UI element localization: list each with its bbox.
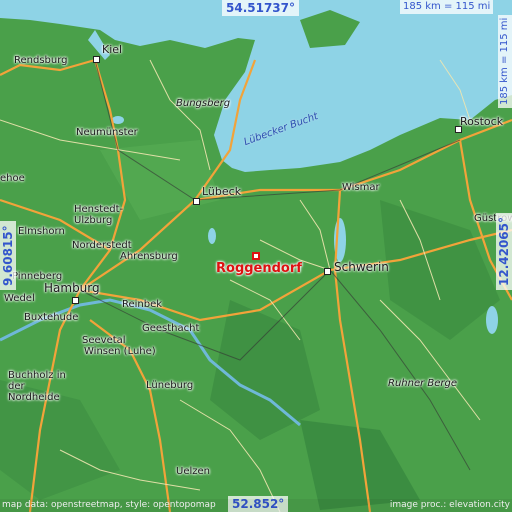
kiel-marker: [93, 56, 100, 63]
place-label: Schwerin: [334, 260, 389, 274]
place-label: Wismar: [342, 182, 380, 193]
location-marker[interactable]: [252, 252, 260, 260]
place-label: Rostock: [460, 115, 504, 128]
place-label: Wedel: [4, 293, 35, 304]
place-label: Henstedt-Ulzburg: [74, 204, 124, 226]
credit-right: image proc.: elevation.city: [389, 500, 510, 510]
location-label: Roggendorf: [216, 261, 302, 276]
scale-horizontal: 185 km = 115 mi: [400, 0, 494, 14]
scale-vertical: 185 km = 115 mi: [498, 14, 512, 108]
place-label: Geesthacht: [142, 323, 200, 334]
place-label: Neumünster: [76, 127, 138, 138]
place-label: Buxtehude: [24, 312, 79, 323]
place-label: Lüneburg: [146, 380, 194, 391]
place-label: Ruhner Berge: [388, 378, 458, 389]
place-label: Buchholz in der Nordheide: [8, 370, 66, 403]
coord-right: 12.42065°: [496, 212, 512, 290]
luebeck-marker: [193, 198, 200, 205]
credit-left: map data: openstreetmap, style: opentopo…: [2, 500, 216, 510]
place-label: Seevetal: [82, 335, 126, 346]
place-label: Winsen (Luhe): [84, 346, 156, 357]
place-label: Reinbek: [122, 299, 163, 310]
place-label: ehoe: [0, 173, 25, 184]
coord-top: 54.51737°: [222, 0, 300, 16]
credits-bar: map data: openstreetmap, style: opentopo…: [0, 499, 512, 512]
place-label: Norderstedt: [72, 240, 132, 251]
place-label: Elmshorn: [18, 226, 65, 237]
place-label: Lübeck: [202, 185, 242, 198]
place-label: Hamburg: [44, 281, 100, 295]
place-label: Uelzen: [176, 466, 210, 477]
hamburg-marker: [72, 297, 79, 304]
place-label: Kiel: [102, 43, 123, 56]
place-label: Bungsberg: [176, 98, 231, 109]
place-label: Rendsburg: [14, 55, 68, 66]
coord-left: 9.60815°: [0, 221, 16, 290]
schwerin-marker: [324, 268, 331, 275]
place-label: Ahrensburg: [120, 251, 178, 262]
map-view[interactable]: Lübecker Bucht Kiel Rendsburg Bungsberg …: [0, 0, 512, 512]
